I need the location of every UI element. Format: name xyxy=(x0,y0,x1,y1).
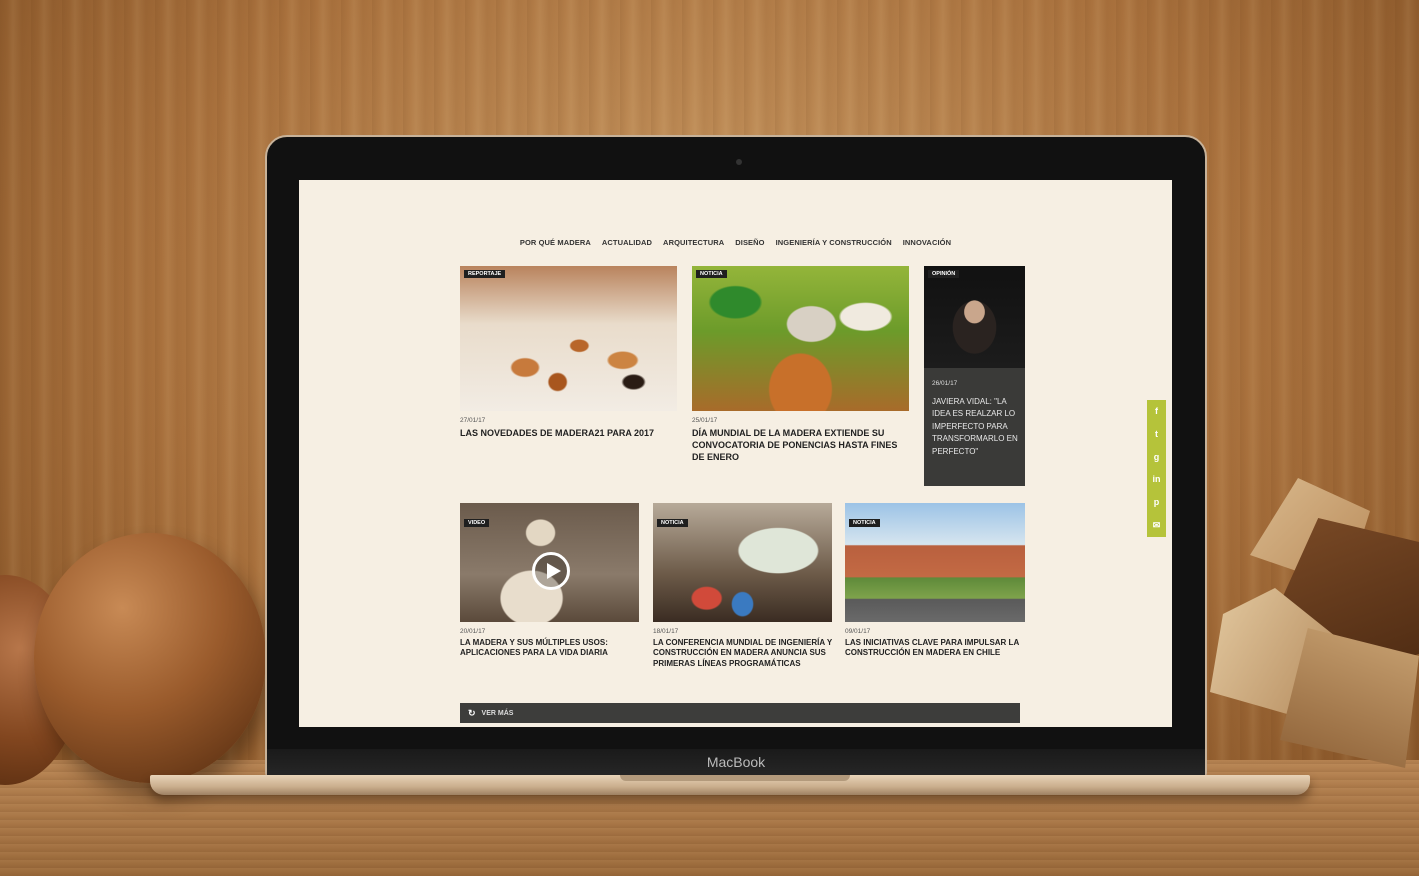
twitter-icon[interactable]: t xyxy=(1155,429,1158,439)
pinterest-icon[interactable]: p xyxy=(1154,497,1160,507)
article-image[interactable]: NOTICIA xyxy=(692,266,909,411)
article-date: 26/01/17 xyxy=(932,380,958,387)
main-nav: POR QUÉ MADERA ACTUALIDAD ARQUITECTURA D… xyxy=(299,238,1172,247)
article-image[interactable]: NOTICIA xyxy=(845,503,1025,622)
facebook-icon[interactable]: f xyxy=(1155,406,1158,416)
social-share-bar: f t g in p ✉ xyxy=(1147,400,1166,537)
nav-item-por-que-madera[interactable]: POR QUÉ MADERA xyxy=(520,238,591,247)
laptop-notch xyxy=(620,775,850,781)
camera-icon xyxy=(736,159,742,165)
opinion-title[interactable]: JAVIERA VIDAL: "LA IDEA ES REALZAR LO IM… xyxy=(932,396,1018,458)
category-tag: VIDEO xyxy=(464,519,490,527)
email-icon[interactable]: ✉ xyxy=(1153,520,1161,531)
nav-item-actualidad[interactable]: ACTUALIDAD xyxy=(602,238,652,247)
article-date: 27/01/17 xyxy=(460,417,486,424)
article-title[interactable]: DÍA MUNDIAL DE LA MADERA EXTIENDE SU CON… xyxy=(692,427,912,463)
nav-item-arquitectura[interactable]: ARQUITECTURA xyxy=(663,238,724,247)
author-photo[interactable]: OPINIÓN xyxy=(924,266,1025,368)
google-plus-icon[interactable]: g xyxy=(1154,452,1160,462)
nav-item-innovacion[interactable]: INNOVACIÓN xyxy=(903,238,951,247)
category-tag: REPORTAJE xyxy=(464,270,506,278)
wooden-ball xyxy=(34,533,266,783)
wooden-star-puzzle xyxy=(1210,478,1419,778)
article-date: 18/01/17 xyxy=(653,628,679,635)
article-date: 25/01/17 xyxy=(692,417,718,424)
article-title[interactable]: LA MADERA Y SUS MÚLTIPLES USOS: APLICACI… xyxy=(460,638,640,659)
article-title[interactable]: LAS NOVEDADES DE MADERA21 PARA 2017 xyxy=(460,427,677,439)
linkedin-icon[interactable]: in xyxy=(1153,474,1161,484)
website-screen: POR QUÉ MADERA ACTUALIDAD ARQUITECTURA D… xyxy=(299,180,1172,727)
article-date: 20/01/17 xyxy=(460,628,486,635)
article-image[interactable]: NOTICIA xyxy=(653,503,832,622)
laptop-brand-label: MacBook xyxy=(267,749,1205,775)
load-more-button[interactable]: ↻ VER MÁS xyxy=(460,703,1020,723)
play-icon[interactable] xyxy=(532,552,570,590)
video-thumbnail[interactable]: VIDEO xyxy=(460,503,639,622)
category-tag: NOTICIA xyxy=(657,519,688,527)
category-tag: NOTICIA xyxy=(696,270,727,278)
nav-item-ingenieria[interactable]: INGENIERÍA Y CONSTRUCCIÓN xyxy=(776,238,892,247)
nav-item-diseno[interactable]: DISEÑO xyxy=(735,238,764,247)
category-tag: NOTICIA xyxy=(849,519,880,527)
article-date: 09/01/17 xyxy=(845,628,871,635)
category-tag: OPINIÓN xyxy=(928,270,960,278)
refresh-icon: ↻ xyxy=(468,707,476,718)
opinion-card[interactable]: OPINIÓN 26/01/17 JAVIERA VIDAL: "LA IDEA… xyxy=(924,266,1025,486)
article-title[interactable]: LAS INICIATIVAS CLAVE PARA IMPULSAR LA C… xyxy=(845,638,1027,659)
article-image[interactable]: REPORTAJE xyxy=(460,266,677,411)
article-title[interactable]: LA CONFERENCIA MUNDIAL DE INGENIERÍA Y C… xyxy=(653,638,835,669)
load-more-label: VER MÁS xyxy=(481,709,514,717)
